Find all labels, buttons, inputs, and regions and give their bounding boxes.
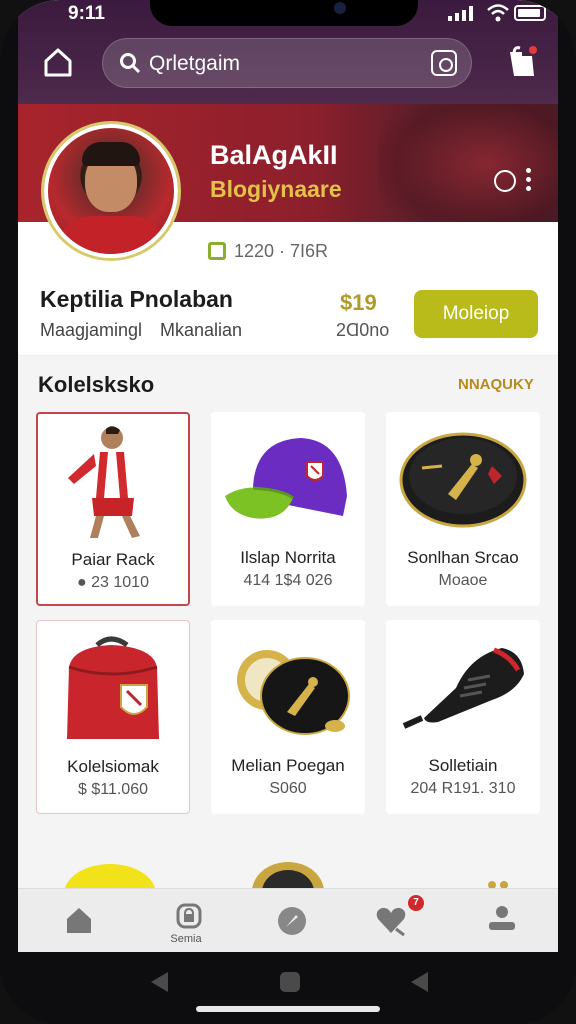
boot-image: [402, 647, 524, 729]
signal-icon: [448, 6, 473, 21]
checkbox-icon: [208, 242, 226, 260]
home-icon[interactable]: [40, 44, 76, 80]
section-title: Kolelsksko: [38, 372, 155, 397]
more-options-icon[interactable]: [526, 168, 532, 194]
jersey-player-image: [68, 426, 158, 538]
recent-apps-icon[interactable]: [408, 970, 430, 994]
product-name: Solletiain: [428, 756, 498, 775]
product-tile-bag[interactable]: Kolelsiomak $ $11.060: [36, 620, 190, 814]
player-subtitle: Blogiynaare: [210, 176, 342, 202]
profile-icon: [489, 906, 515, 930]
product-price: 204 R191. 310: [410, 780, 516, 797]
wifi-icon: [487, 4, 509, 22]
product-name: Ilslap Norrita: [240, 548, 336, 567]
system-nav-bar: [0, 952, 576, 1024]
product-price: S060: [269, 780, 307, 797]
search-input[interactable]: Qrletgaim: [102, 38, 472, 88]
battery-icon: [514, 5, 546, 21]
home-indicator[interactable]: [196, 1006, 380, 1012]
section-see-all-link[interactable]: NNAQUKY: [458, 376, 534, 393]
notch: [150, 0, 418, 26]
medal-image: [252, 862, 324, 890]
tab-home[interactable]: [24, 889, 132, 952]
player-stat: 1220 · 7I6R: [234, 241, 329, 261]
product-tile-badge[interactable]: Sonlhan Srcao Moaoe: [386, 412, 540, 606]
search-value: Qrletgaim: [149, 52, 241, 75]
product-name: Paiar Rack: [71, 550, 155, 569]
badge-image: [399, 432, 527, 528]
back-icon[interactable]: [148, 970, 170, 994]
product-tile-cap[interactable]: Ilslap Norrita 414 1$4 026: [211, 412, 365, 606]
product-price: 414 1$4 026: [243, 572, 333, 589]
info-price: $19: [340, 290, 377, 315]
app-screen: Qrletgaim BalAgAkII Blogiynaare 1220 · 7…: [18, 0, 558, 952]
camera: [334, 2, 346, 14]
bag-image: [67, 636, 159, 739]
primary-action-button[interactable]: Moleiop: [414, 290, 538, 338]
info-meta-primary: Maagjamingl: [40, 320, 143, 340]
tab-explore[interactable]: [240, 889, 348, 952]
banner-background-figure: [378, 104, 558, 222]
compass-icon: [278, 907, 306, 935]
heart-icon: [376, 907, 406, 937]
info-card: Keptilia Pnolaban Maagjamingl Mkanalian …: [18, 268, 558, 356]
bottom-tab-bar: Semia 7: [18, 888, 558, 952]
cap-image: [225, 438, 347, 519]
home-square-icon[interactable]: [278, 970, 302, 994]
info-meta-secondary: Mkanalian: [160, 320, 243, 340]
product-name: Sonlhan Srcao: [407, 548, 519, 567]
tab-profile[interactable]: [450, 889, 558, 952]
scan-icon[interactable]: [431, 50, 457, 76]
tab-label: Semia: [170, 933, 202, 945]
info-price-sub: 2Ɑ0no: [336, 320, 390, 340]
product-name: Kolelsiomak: [67, 757, 159, 776]
tab-favorites[interactable]: 7: [348, 889, 456, 952]
product-tile-boot[interactable]: Solletiain 204 R191. 310: [386, 620, 540, 814]
player-name: BalAgAkII: [210, 140, 338, 170]
avatar-hair: [82, 142, 140, 166]
product-tile-coins[interactable]: Melian Poegan S060: [211, 620, 365, 814]
product-tile-jersey[interactable]: Paiar Rack ● 23 1010: [36, 412, 190, 606]
phone-frame: 9:11 Qrletgaim BalAgAkII Blogiynaare 122…: [0, 0, 576, 1024]
coins-image: [237, 650, 350, 735]
product-price: Moaoe: [438, 572, 488, 589]
product-price: ● 23 1010: [77, 574, 149, 591]
product-price: $ $11.060: [78, 781, 148, 798]
product-name: Melian Poegan: [231, 756, 345, 775]
info-title: Keptilia Pnolaban: [40, 286, 233, 312]
ball-image: [64, 864, 156, 890]
status-time: 9:11: [68, 3, 105, 24]
lock-icon: [176, 903, 202, 929]
tab-store[interactable]: Semia: [132, 889, 240, 952]
search-icon: [120, 53, 141, 74]
avatar-shirt: [54, 216, 170, 254]
home-icon: [67, 908, 91, 933]
notification-badge: 7: [408, 895, 424, 911]
avatar[interactable]: [44, 124, 178, 258]
share-icon[interactable]: [494, 170, 516, 192]
bag-icon[interactable]: [504, 44, 540, 80]
